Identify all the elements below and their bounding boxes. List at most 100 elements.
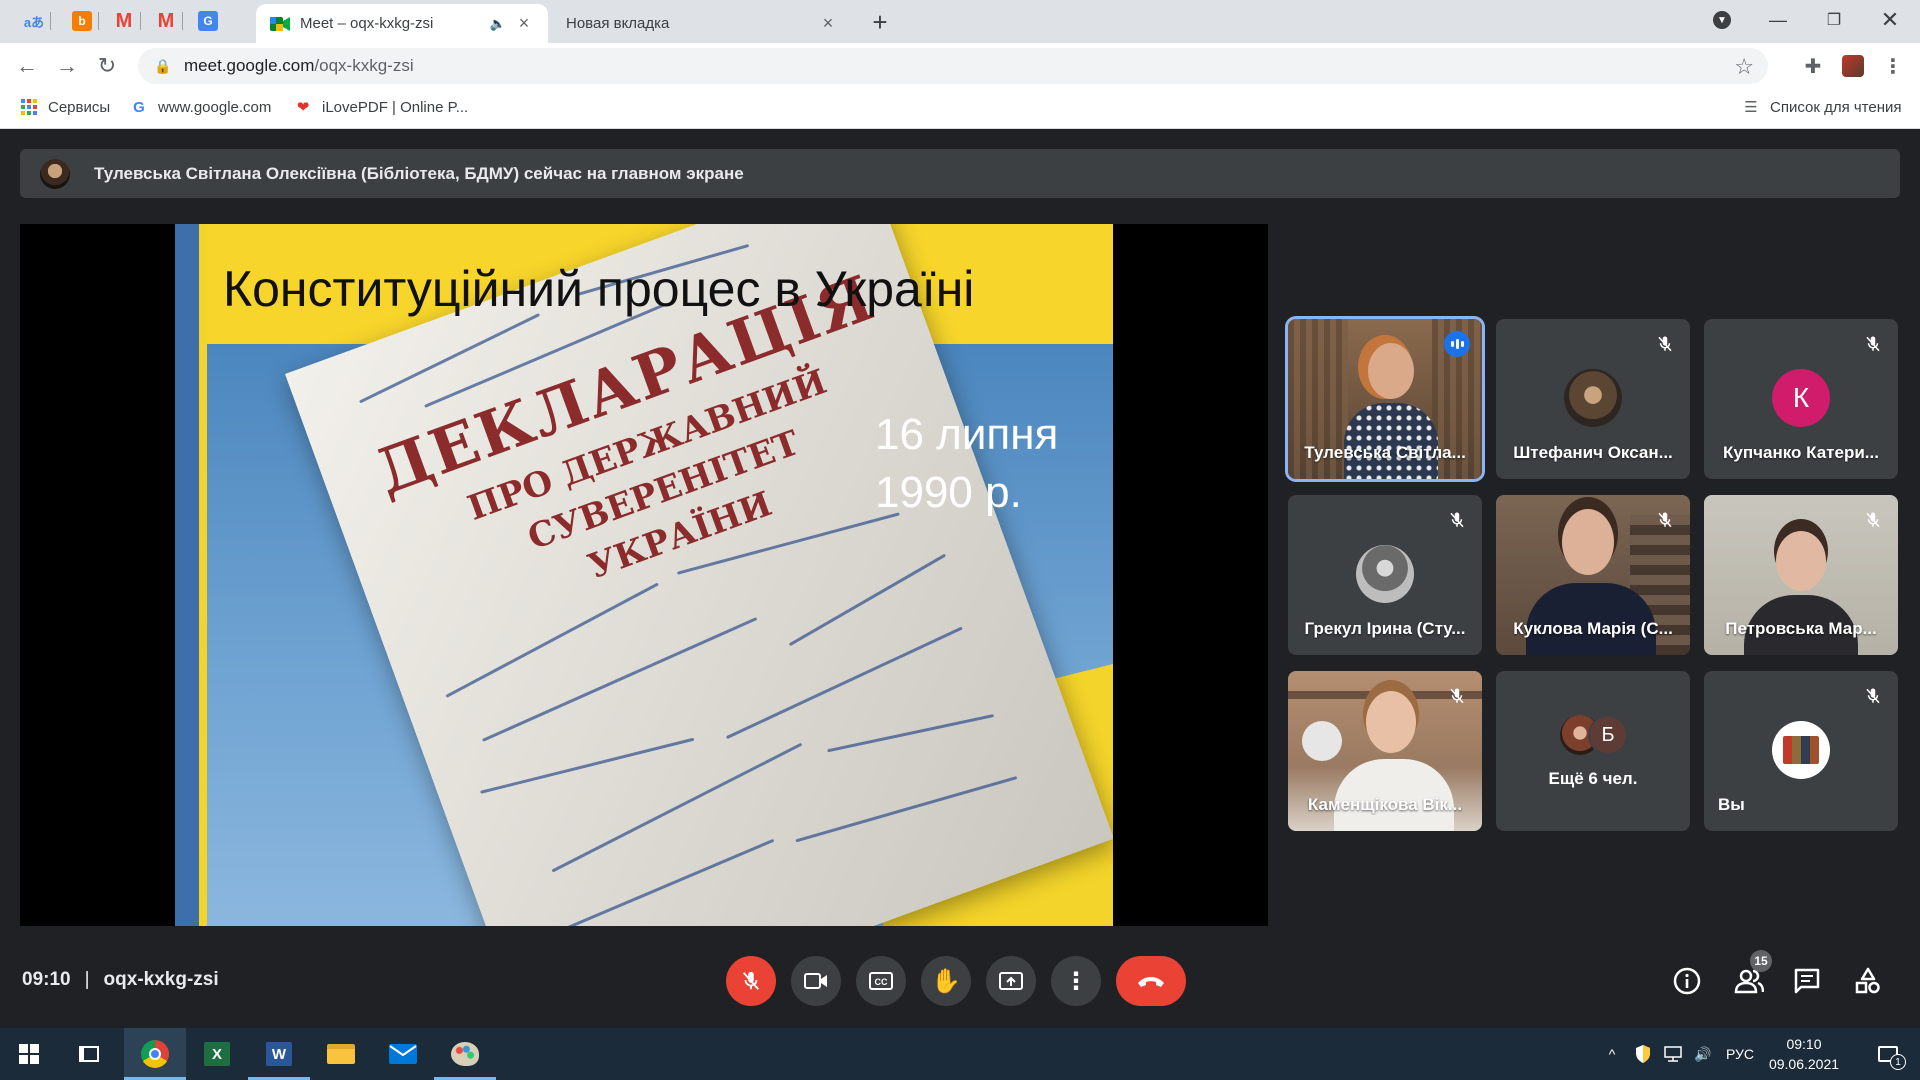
pinned-tab-google-translate[interactable]: G: [194, 8, 222, 34]
start-button[interactable]: [0, 1028, 58, 1080]
signature-scribble: [795, 776, 1018, 843]
participant-tile[interactable]: Грекул Ірина (Сту...: [1288, 495, 1482, 655]
present-screen-button[interactable]: [986, 956, 1036, 1006]
tray-security[interactable]: [1630, 1028, 1656, 1080]
leave-call-button[interactable]: [1116, 956, 1186, 1006]
minimize-button[interactable]: —: [1750, 0, 1806, 40]
bookmark-ilovepdf[interactable]: ❤ iLovePDF | Online P...: [294, 98, 469, 117]
activities-icon: [1855, 967, 1880, 994]
captions-button[interactable]: CC: [856, 956, 906, 1006]
mic-off-icon: [742, 971, 760, 990]
self-tile[interactable]: Вы: [1704, 671, 1898, 831]
blogger-icon: b: [72, 11, 92, 31]
tray-volume[interactable]: 🔊: [1690, 1028, 1716, 1080]
meet-control-bar: 09:10 | oqx-kxkg-zsi CC ✋ ⋮ 15: [0, 926, 1920, 1028]
avatar: [1842, 55, 1864, 77]
forward-button[interactable]: →: [52, 51, 82, 81]
main-stage: ДЕКЛАРАЦІЯ ПРО ДЕРЖАВНИЙ СУВЕРЕНІТЕТ УКР…: [20, 224, 1268, 926]
reload-button[interactable]: ↻: [92, 51, 122, 81]
taskbar-paint[interactable]: [434, 1028, 496, 1080]
pinned-tab-gmail[interactable]: M: [110, 8, 138, 34]
microphone-toggle-button[interactable]: [726, 956, 776, 1006]
participant-tile[interactable]: Штефанич Оксан...: [1496, 319, 1690, 479]
tab-search-button[interactable]: ▼: [1694, 0, 1750, 40]
close-icon[interactable]: ×: [818, 13, 838, 34]
participant-tile[interactable]: Каменщікова Вік...: [1288, 671, 1482, 831]
chat-button[interactable]: [1790, 964, 1824, 998]
participant-tile[interactable]: Куклова Марія (С...: [1496, 495, 1690, 655]
menu-button[interactable]: ⋮: [1880, 53, 1906, 79]
ilovepdf-icon: ❤: [296, 99, 310, 116]
pinned-tab-blogger[interactable]: b: [68, 8, 96, 34]
presenter-banner: Тулевська Світлана Олексіївна (Бібліотек…: [20, 149, 1900, 198]
bookmark-label: iLovePDF | Online P...: [322, 98, 469, 116]
more-participants-avatars: Б: [1560, 715, 1630, 755]
gmail-icon: M: [157, 9, 175, 32]
reading-list-icon: ☰: [1744, 99, 1758, 116]
hand-icon: ✋: [931, 967, 961, 995]
mic-off-icon: [1654, 333, 1676, 355]
participant-name: Каменщікова Вік...: [1307, 795, 1463, 814]
presentation-slide: ДЕКЛАРАЦІЯ ПРО ДЕРЖАВНИЙ СУВЕРЕНІТЕТ УКР…: [175, 224, 1113, 926]
minimize-icon: —: [1769, 9, 1787, 30]
reading-list-button[interactable]: ☰ Список для чтения: [1742, 98, 1901, 117]
more-vert-icon: ⋮: [1064, 967, 1088, 995]
more-options-button[interactable]: ⋮: [1051, 956, 1101, 1006]
taskbar-excel[interactable]: X: [186, 1028, 248, 1080]
info-icon: [1673, 967, 1701, 995]
more-participants-tile[interactable]: Б Ещё 6 чел.: [1496, 671, 1690, 831]
mic-off-icon: [1862, 685, 1884, 707]
pinned-tab-gmail-2[interactable]: M: [152, 8, 180, 34]
close-window-button[interactable]: ✕: [1862, 0, 1918, 40]
taskbar-word[interactable]: W: [248, 1028, 310, 1080]
back-button[interactable]: ←: [12, 51, 42, 81]
meeting-code: oqx-kxkg-zsi: [103, 969, 219, 990]
participant-name: Тулевська Світла...: [1304, 443, 1466, 462]
notification-count-badge: 1: [1890, 1054, 1906, 1070]
new-tab-button[interactable]: +: [866, 7, 894, 37]
participant-name: Вы: [1718, 795, 1745, 814]
tray-language[interactable]: РУС: [1720, 1028, 1760, 1080]
presenter-banner-text: Тулевська Світлана Олексіївна (Бібліотек…: [94, 163, 744, 183]
extensions-button[interactable]: ✚: [1800, 53, 1826, 79]
tab-separator: [182, 12, 183, 30]
bookmark-apps[interactable]: Сервисы: [20, 98, 110, 116]
participant-count-badge: 15: [1750, 950, 1772, 972]
slide-stripe-blue: [175, 224, 199, 926]
signature-scribble: [725, 626, 963, 740]
participant-name: Грекул Ірина (Сту...: [1304, 619, 1466, 638]
action-center-button[interactable]: 1: [1866, 1028, 1910, 1080]
pinned-tab-translate[interactable]: aあ: [20, 8, 48, 34]
activities-button[interactable]: [1851, 964, 1885, 998]
restore-button[interactable]: ❐: [1806, 0, 1862, 40]
participant-tile[interactable]: Петровська Мар...: [1704, 495, 1898, 655]
show-hidden-icons-button[interactable]: ^: [1600, 1028, 1624, 1080]
taskbar-chrome[interactable]: [124, 1028, 186, 1080]
star-icon[interactable]: ☆: [1734, 54, 1754, 80]
participant-tile[interactable]: К Купчанко Катери...: [1704, 319, 1898, 479]
speaker-icon[interactable]: 🔈: [490, 16, 506, 32]
tab-new-tab[interactable]: Новая вкладка ×: [552, 4, 852, 43]
chrome-icon: [141, 1040, 169, 1068]
tab-separator: [50, 12, 51, 30]
close-icon[interactable]: ×: [514, 13, 534, 34]
taskbar-file-explorer[interactable]: [310, 1028, 372, 1080]
gmail-icon: M: [115, 9, 133, 32]
profile-button[interactable]: [1840, 53, 1866, 79]
bookmarks-bar: Сервисы G www.google.com ❤ iLovePDF | On…: [0, 89, 1920, 129]
speaker-icon: 🔊: [1694, 1045, 1712, 1062]
taskbar-clock[interactable]: 09:10 09.06.2021: [1764, 1034, 1844, 1074]
participant-tile[interactable]: Тулевська Світла...: [1288, 319, 1482, 479]
address-bar[interactable]: 🔒 meet.google.com/oqx-kxkg-zsi ☆: [138, 48, 1768, 84]
slide-title: Конституційний процес в Україні: [223, 261, 975, 317]
bookmark-google[interactable]: G www.google.com: [130, 98, 271, 116]
participants-button[interactable]: 15: [1732, 950, 1772, 998]
task-view-button[interactable]: [60, 1028, 118, 1080]
tray-network[interactable]: [1660, 1028, 1686, 1080]
raise-hand-button[interactable]: ✋: [921, 956, 971, 1006]
taskbar-mail[interactable]: [372, 1028, 434, 1080]
camera-toggle-button[interactable]: [791, 956, 841, 1006]
tab-meet[interactable]: Meet – oqx-kxkg-zsi 🔈 ×: [256, 4, 548, 43]
bookmark-label: www.google.com: [158, 98, 272, 116]
meeting-details-button[interactable]: [1670, 964, 1704, 998]
